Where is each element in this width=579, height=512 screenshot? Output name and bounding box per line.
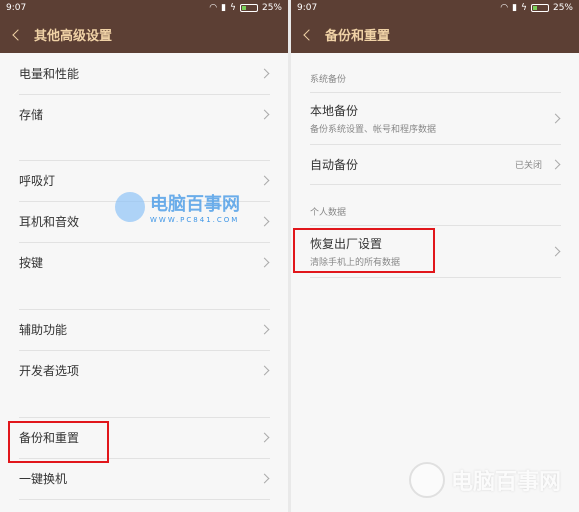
battery-percent: 25% bbox=[552, 3, 573, 13]
page-title: 其他高级设置 bbox=[34, 29, 113, 44]
battery-icon bbox=[530, 4, 549, 12]
watermark-bottom: 电脑百事网 bbox=[408, 462, 561, 498]
signal-icon: ▮ bbox=[512, 3, 518, 13]
left-screen: 9:07 ◠ ▮ ϟ 25% 其他高级设置 电量和性能 存储 呼吸灯 耳机和音效… bbox=[0, 0, 288, 512]
menu-item-developer-options[interactable]: 开发者选项 bbox=[0, 350, 288, 391]
watermark-logo-icon bbox=[408, 462, 445, 498]
menu-item-auto-backup[interactable]: 自动备份 已关闭 bbox=[291, 144, 579, 184]
chevron-right-icon bbox=[259, 432, 270, 443]
right-screen: 9:07 ◠ ▮ ϟ 25% 备份和重置 系统备份 本地备份 备份系统设置、帐号… bbox=[291, 0, 579, 512]
battery-percent: 25% bbox=[261, 3, 282, 13]
chevron-right-icon bbox=[259, 473, 270, 484]
section-header-system-backup: 系统备份 bbox=[310, 75, 347, 85]
chevron-right-icon bbox=[550, 159, 561, 169]
chevron-right-icon bbox=[550, 113, 561, 123]
chevron-right-icon bbox=[259, 216, 270, 227]
highlight-box-factory-reset bbox=[293, 228, 435, 273]
chevron-right-icon bbox=[259, 365, 270, 376]
status-bar: 9:07 ◠ ▮ ϟ 25% bbox=[291, 0, 579, 16]
header: 其他高级设置 bbox=[0, 16, 288, 53]
chevron-right-icon bbox=[259, 68, 270, 79]
status-time: 9:07 bbox=[6, 3, 27, 13]
chevron-right-icon bbox=[259, 324, 270, 335]
wifi-icon: ◠ bbox=[209, 3, 218, 13]
watermark: 电脑百事网 WWW.PC841.COM bbox=[115, 190, 240, 224]
wifi-icon: ◠ bbox=[500, 3, 509, 13]
watermark-text: 电脑百事网 bbox=[150, 194, 240, 215]
chevron-right-icon bbox=[259, 175, 270, 186]
page-title: 备份和重置 bbox=[325, 29, 391, 44]
section-header-personal-data: 个人数据 bbox=[310, 208, 347, 218]
back-arrow-icon[interactable] bbox=[12, 28, 24, 41]
watermark-url: WWW.PC841.COM bbox=[150, 216, 240, 224]
back-arrow-icon[interactable] bbox=[303, 28, 315, 41]
menu-item-battery-performance[interactable]: 电量和性能 bbox=[0, 53, 288, 94]
signal-icon: ▮ bbox=[221, 3, 227, 13]
menu-item-buttons[interactable]: 按键 bbox=[0, 242, 288, 283]
charging-icon: ϟ bbox=[230, 3, 236, 13]
menu-item-local-backup[interactable]: 本地备份 备份系统设置、帐号和程序数据 bbox=[291, 92, 579, 144]
highlight-box-backup-reset bbox=[8, 421, 109, 463]
chevron-right-icon bbox=[259, 109, 270, 120]
menu-item-storage[interactable]: 存储 bbox=[0, 94, 288, 135]
menu-item-accessibility[interactable]: 辅助功能 bbox=[0, 309, 288, 350]
chevron-right-icon bbox=[550, 246, 561, 256]
chevron-right-icon bbox=[259, 257, 270, 268]
status-time: 9:07 bbox=[297, 3, 318, 13]
charging-icon: ϟ bbox=[521, 3, 527, 13]
status-bar: 9:07 ◠ ▮ ϟ 25% bbox=[0, 0, 288, 16]
watermark-logo-icon bbox=[115, 192, 145, 222]
auto-backup-status: 已关闭 bbox=[514, 160, 542, 171]
battery-icon bbox=[239, 4, 258, 12]
header: 备份和重置 bbox=[291, 16, 579, 53]
menu-item-one-touch-switch[interactable]: 一键换机 bbox=[0, 458, 288, 499]
